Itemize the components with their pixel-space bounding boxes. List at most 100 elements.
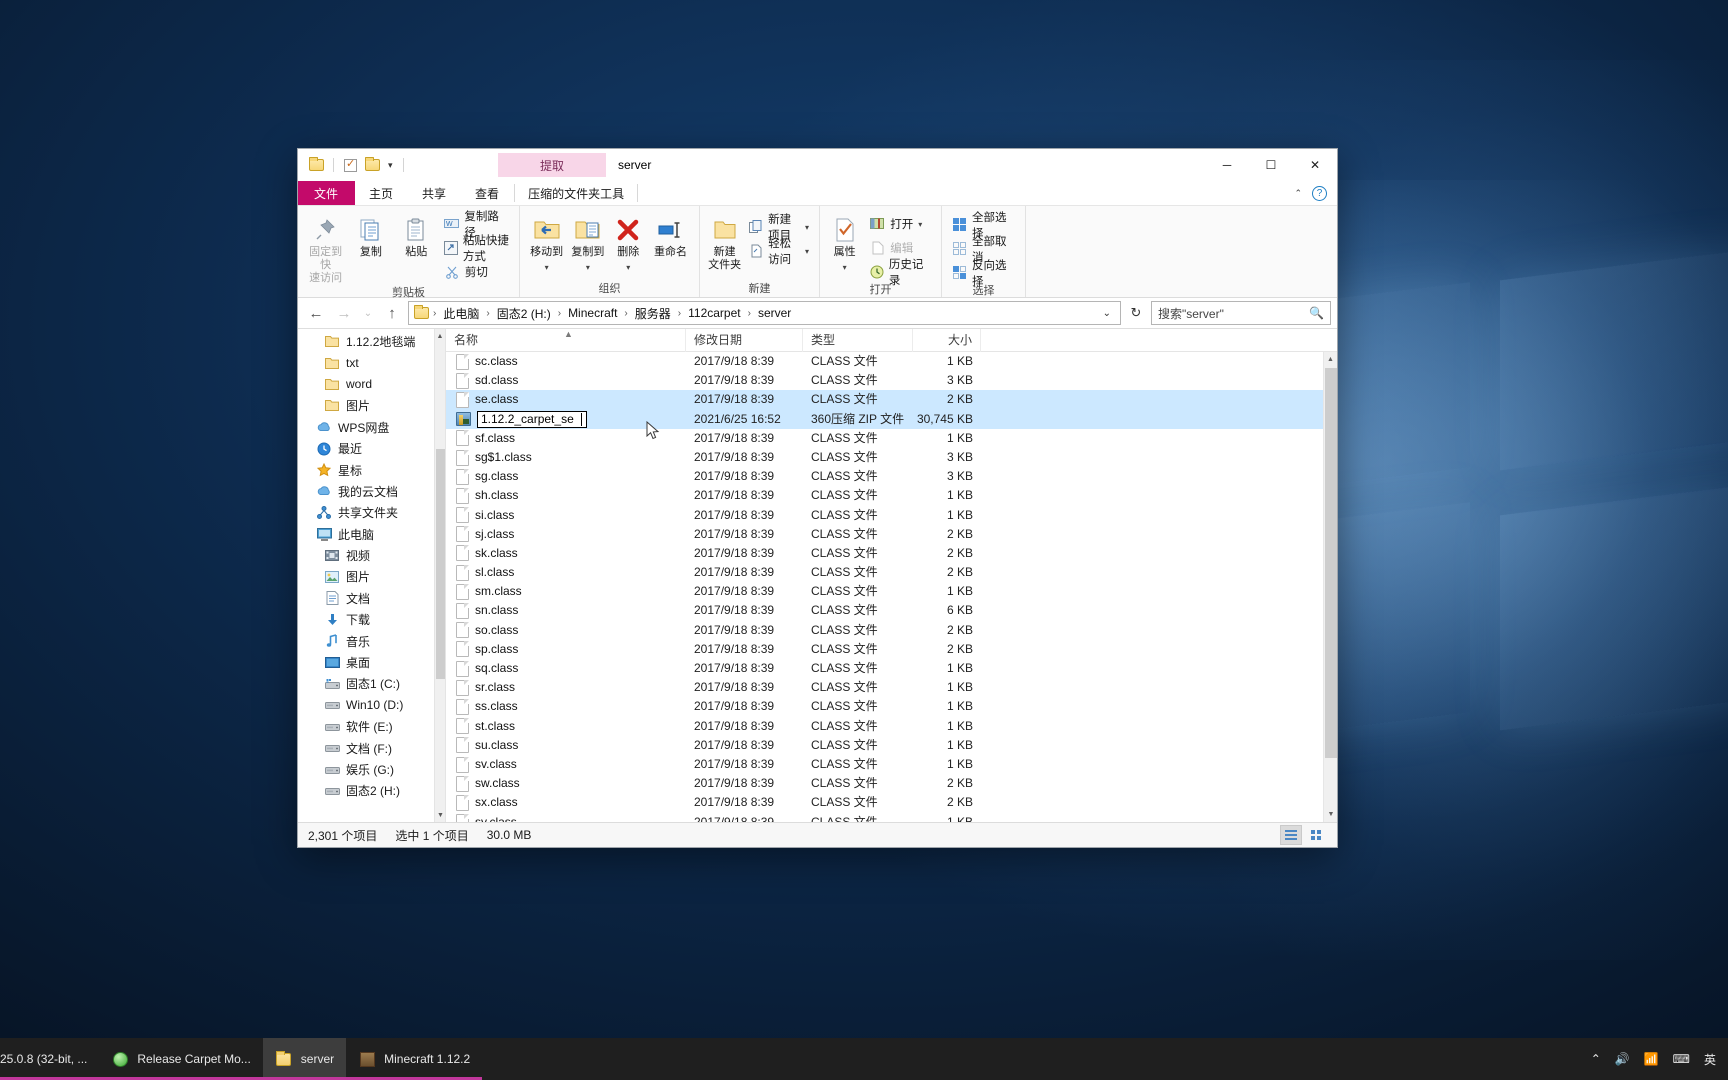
file-name-cell[interactable]: sq.class bbox=[446, 659, 686, 678]
copy-to-button[interactable]: 复制到 ▾ bbox=[567, 210, 608, 274]
breadcrumb-separator[interactable]: › bbox=[485, 308, 490, 319]
chevron-down-icon[interactable]: ▾ bbox=[545, 261, 549, 274]
move-to-button[interactable]: 移动到 ▾ bbox=[526, 210, 567, 274]
file-name-cell[interactable]: sw.class bbox=[446, 774, 686, 793]
chevron-down-icon[interactable]: ▾ bbox=[918, 220, 922, 229]
network-icon[interactable]: 📶 bbox=[1644, 1052, 1659, 1066]
navigation-pane[interactable]: 1.12.2地毯端 txt word 图片 WPS网盘 最近 星标 我的云文档 共享文件夹 此电脑… bbox=[298, 329, 446, 822]
table-row[interactable]: sh.class 2017/9/18 8:39 CLASS 文件 1 KB bbox=[446, 486, 1337, 505]
scroll-down-icon[interactable]: ▼ bbox=[435, 808, 445, 822]
close-button[interactable]: ✕ bbox=[1293, 149, 1337, 181]
file-name-cell[interactable]: st.class bbox=[446, 717, 686, 736]
breadcrumb-item-minecraft[interactable]: Minecraft bbox=[564, 305, 621, 321]
file-name-cell[interactable]: se.class bbox=[446, 390, 686, 409]
sidebar-item-9[interactable]: 此电脑 bbox=[298, 524, 445, 545]
refresh-button[interactable]: ↻ bbox=[1125, 305, 1147, 321]
sidebar-item-11[interactable]: 图片 bbox=[298, 566, 445, 587]
sidebar-item-10[interactable]: 视频 bbox=[298, 545, 445, 566]
table-row[interactable]: se.class 2017/9/18 8:39 CLASS 文件 2 KB bbox=[446, 390, 1337, 410]
collapse-ribbon-icon[interactable]: ⌃ bbox=[1294, 188, 1302, 199]
file-name-cell[interactable]: sn.class bbox=[446, 601, 686, 620]
rename-button[interactable]: 重命名 bbox=[648, 210, 693, 259]
breadcrumb-separator[interactable]: › bbox=[557, 308, 562, 319]
volume-icon[interactable]: 🔊 bbox=[1615, 1052, 1630, 1066]
folder-icon[interactable] bbox=[308, 157, 325, 174]
table-row[interactable]: 1.12.2_carpet_se 2021/6/25 16:52 360压缩 ZIP… bbox=[446, 409, 1337, 429]
file-name-cell[interactable]: sg$1.class bbox=[446, 448, 686, 467]
table-row[interactable]: sn.class 2017/9/18 8:39 CLASS 文件 6 KB bbox=[446, 601, 1337, 620]
file-name-cell[interactable]: sl.class bbox=[446, 563, 686, 582]
sidebar-item-1[interactable]: txt bbox=[298, 352, 445, 373]
rename-input[interactable]: 1.12.2_carpet_se bbox=[477, 410, 587, 428]
sidebar-item-7[interactable]: 我的云文档 bbox=[298, 481, 445, 502]
sidebar-item-6[interactable]: 星标 bbox=[298, 459, 445, 480]
column-header-size[interactable]: 大小 bbox=[913, 328, 981, 352]
keyboard-icon[interactable]: ⌨ bbox=[1673, 1052, 1690, 1066]
table-row[interactable]: sr.class 2017/9/18 8:39 CLASS 文件 1 KB bbox=[446, 678, 1337, 697]
file-name-cell[interactable]: ss.class bbox=[446, 697, 686, 716]
sidebar-item-18[interactable]: 软件 (E:) bbox=[298, 716, 445, 737]
table-row[interactable]: sc.class 2017/9/18 8:39 CLASS 文件 1 KB bbox=[446, 352, 1337, 371]
new-folder-button[interactable]: 新建 文件夹 bbox=[706, 210, 743, 272]
file-name-cell[interactable]: si.class bbox=[446, 506, 686, 525]
sidebar-item-2[interactable]: word bbox=[298, 374, 445, 395]
recent-locations-button[interactable]: ⌄ bbox=[360, 301, 376, 325]
copy-button[interactable]: 复制 bbox=[349, 210, 392, 259]
taskbar-item-1[interactable]: Release Carpet Mo... bbox=[99, 1038, 264, 1080]
properties-checkbox-icon[interactable] bbox=[342, 157, 359, 174]
ime-language-indicator[interactable]: 英 bbox=[1704, 1051, 1716, 1068]
breadcrumb-separator[interactable]: › bbox=[623, 308, 628, 319]
sidebar-item-8[interactable]: 共享文件夹 bbox=[298, 502, 445, 523]
chevron-down-icon[interactable]: ▾ bbox=[805, 223, 809, 232]
easy-access-button[interactable]: 轻松访问 ▾ bbox=[745, 238, 813, 266]
file-name-cell[interactable]: sk.class bbox=[446, 544, 686, 563]
tab-file[interactable]: 文件 bbox=[298, 181, 356, 205]
back-button[interactable]: ← bbox=[304, 301, 328, 325]
sidebar-item-15[interactable]: 桌面 bbox=[298, 652, 445, 673]
sidebar-item-20[interactable]: 娱乐 (G:) bbox=[298, 759, 445, 780]
breadcrumb-separator[interactable]: › bbox=[747, 308, 752, 319]
taskbar-item-0[interactable]: 25.0.8 (32-bit, ... bbox=[0, 1038, 100, 1080]
table-row[interactable]: su.class 2017/9/18 8:39 CLASS 文件 1 KB bbox=[446, 736, 1337, 755]
table-row[interactable]: st.class 2017/9/18 8:39 CLASS 文件 1 KB bbox=[446, 717, 1337, 736]
table-row[interactable]: sl.class 2017/9/18 8:39 CLASS 文件 2 KB bbox=[446, 563, 1337, 582]
file-name-cell[interactable]: su.class bbox=[446, 736, 686, 755]
taskbar-item-3[interactable]: Minecraft 1.12.2 bbox=[346, 1038, 483, 1080]
scroll-up-icon[interactable]: ▲ bbox=[1324, 352, 1337, 367]
breadcrumb-item-this-pc[interactable]: 此电脑 bbox=[439, 304, 483, 323]
file-name-cell[interactable]: sx.class bbox=[446, 793, 686, 812]
breadcrumb-item-server[interactable]: server bbox=[754, 305, 795, 321]
table-row[interactable]: sp.class 2017/9/18 8:39 CLASS 文件 2 KB bbox=[446, 640, 1337, 659]
help-icon[interactable]: ? bbox=[1312, 185, 1327, 201]
file-name-cell[interactable]: sg.class bbox=[446, 467, 686, 486]
history-button[interactable]: 历史记录 bbox=[865, 259, 935, 287]
table-row[interactable]: so.class 2017/9/18 8:39 CLASS 文件 2 KB bbox=[446, 621, 1337, 640]
chevron-down-icon[interactable]: ▾ bbox=[843, 261, 847, 274]
file-list-scrollbar[interactable]: ▲ ▼ bbox=[1323, 352, 1337, 822]
sidebar-item-4[interactable]: WPS网盘 bbox=[298, 417, 445, 438]
chevron-down-icon[interactable]: ▾ bbox=[586, 261, 590, 274]
paste-button[interactable]: 粘贴 bbox=[395, 210, 438, 259]
sidebar-item-14[interactable]: 音乐 bbox=[298, 630, 445, 651]
forward-button[interactable]: → bbox=[332, 301, 356, 325]
table-row[interactable]: sq.class 2017/9/18 8:39 CLASS 文件 1 KB bbox=[446, 659, 1337, 678]
table-row[interactable]: sy.class 2017/9/18 8:39 CLASS 文件 1 KB bbox=[446, 813, 1337, 822]
tab-view[interactable]: 查看 bbox=[461, 181, 514, 205]
maximize-button[interactable]: ☐ bbox=[1249, 149, 1293, 181]
show-hidden-icons-icon[interactable]: ⌃ bbox=[1591, 1052, 1601, 1066]
sidebar-item-5[interactable]: 最近 bbox=[298, 438, 445, 459]
paste-shortcut-button[interactable]: 粘贴快捷方式 bbox=[440, 235, 513, 263]
scroll-thumb[interactable] bbox=[1325, 368, 1337, 758]
breadcrumb-item-drive-h[interactable]: 固态2 (H:) bbox=[493, 304, 555, 323]
taskbar-item-2[interactable]: server bbox=[262, 1038, 347, 1080]
sidebar-item-19[interactable]: 文档 (F:) bbox=[298, 737, 445, 758]
table-row[interactable]: sk.class 2017/9/18 8:39 CLASS 文件 2 KB bbox=[446, 544, 1337, 563]
file-rows[interactable]: sc.class 2017/9/18 8:39 CLASS 文件 1 KB sd.cla… bbox=[446, 352, 1337, 822]
table-row[interactable]: sx.class 2017/9/18 8:39 CLASS 文件 2 KB bbox=[446, 793, 1337, 812]
open-button[interactable]: 打开 ▾ bbox=[865, 213, 935, 234]
sidebar-item-3[interactable]: 图片 bbox=[298, 395, 445, 416]
sidebar-item-16[interactable]: 固态1 (C:) bbox=[298, 673, 445, 694]
sidebar-item-13[interactable]: 下载 bbox=[298, 609, 445, 630]
quick-access-toolbar[interactable]: ▾ bbox=[298, 157, 407, 174]
sidebar-item-12[interactable]: 文档 bbox=[298, 588, 445, 609]
